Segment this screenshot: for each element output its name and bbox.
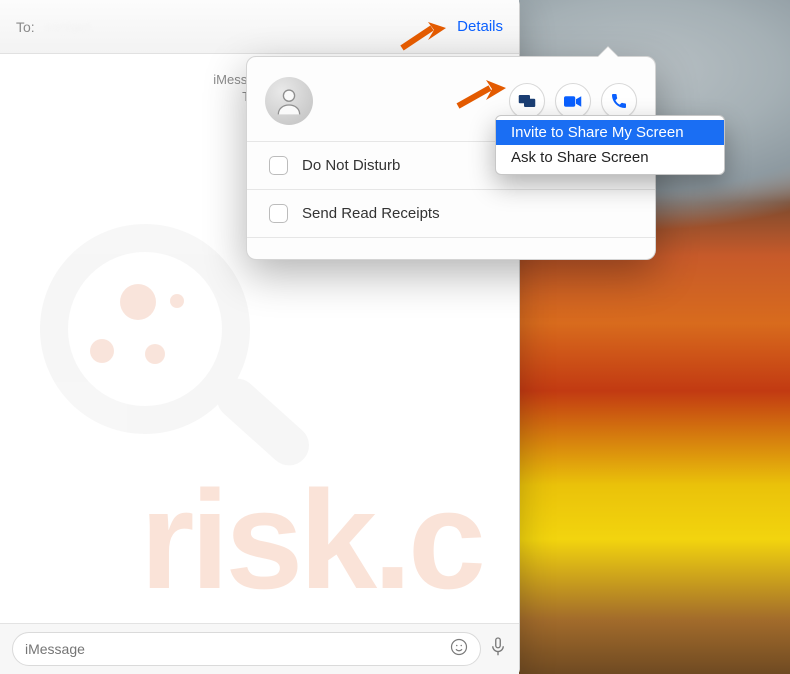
ask-to-share-screen-item[interactable]: Ask to Share Screen	[496, 145, 724, 170]
do-not-disturb-label: Do Not Disturb	[302, 157, 400, 174]
audio-call-button[interactable]	[601, 83, 637, 119]
watermark-text: risk.c	[140, 459, 482, 621]
screen-share-menu: Invite to Share My Screen Ask to Share S…	[495, 115, 725, 175]
screen-share-button[interactable]	[509, 83, 545, 119]
message-input[interactable]	[25, 641, 450, 657]
video-call-button[interactable]	[555, 83, 591, 119]
read-receipts-row[interactable]: Send Read Receipts	[247, 189, 655, 237]
messages-header: To: contact Details	[0, 0, 519, 54]
invite-share-my-screen-item[interactable]: Invite to Share My Screen	[496, 120, 724, 145]
to-label: To:	[16, 19, 35, 35]
emoji-icon[interactable]	[450, 638, 468, 661]
to-recipient: contact	[45, 19, 90, 35]
microphone-icon[interactable]	[489, 636, 507, 663]
message-input-wrapper[interactable]	[12, 632, 481, 666]
do-not-disturb-checkbox[interactable]	[269, 156, 288, 175]
details-button[interactable]: Details	[457, 18, 503, 35]
popover-actions	[509, 83, 637, 119]
read-receipts-checkbox[interactable]	[269, 204, 288, 223]
compose-bar	[0, 623, 519, 674]
read-receipts-label: Send Read Receipts	[302, 205, 440, 222]
avatar	[265, 77, 313, 125]
